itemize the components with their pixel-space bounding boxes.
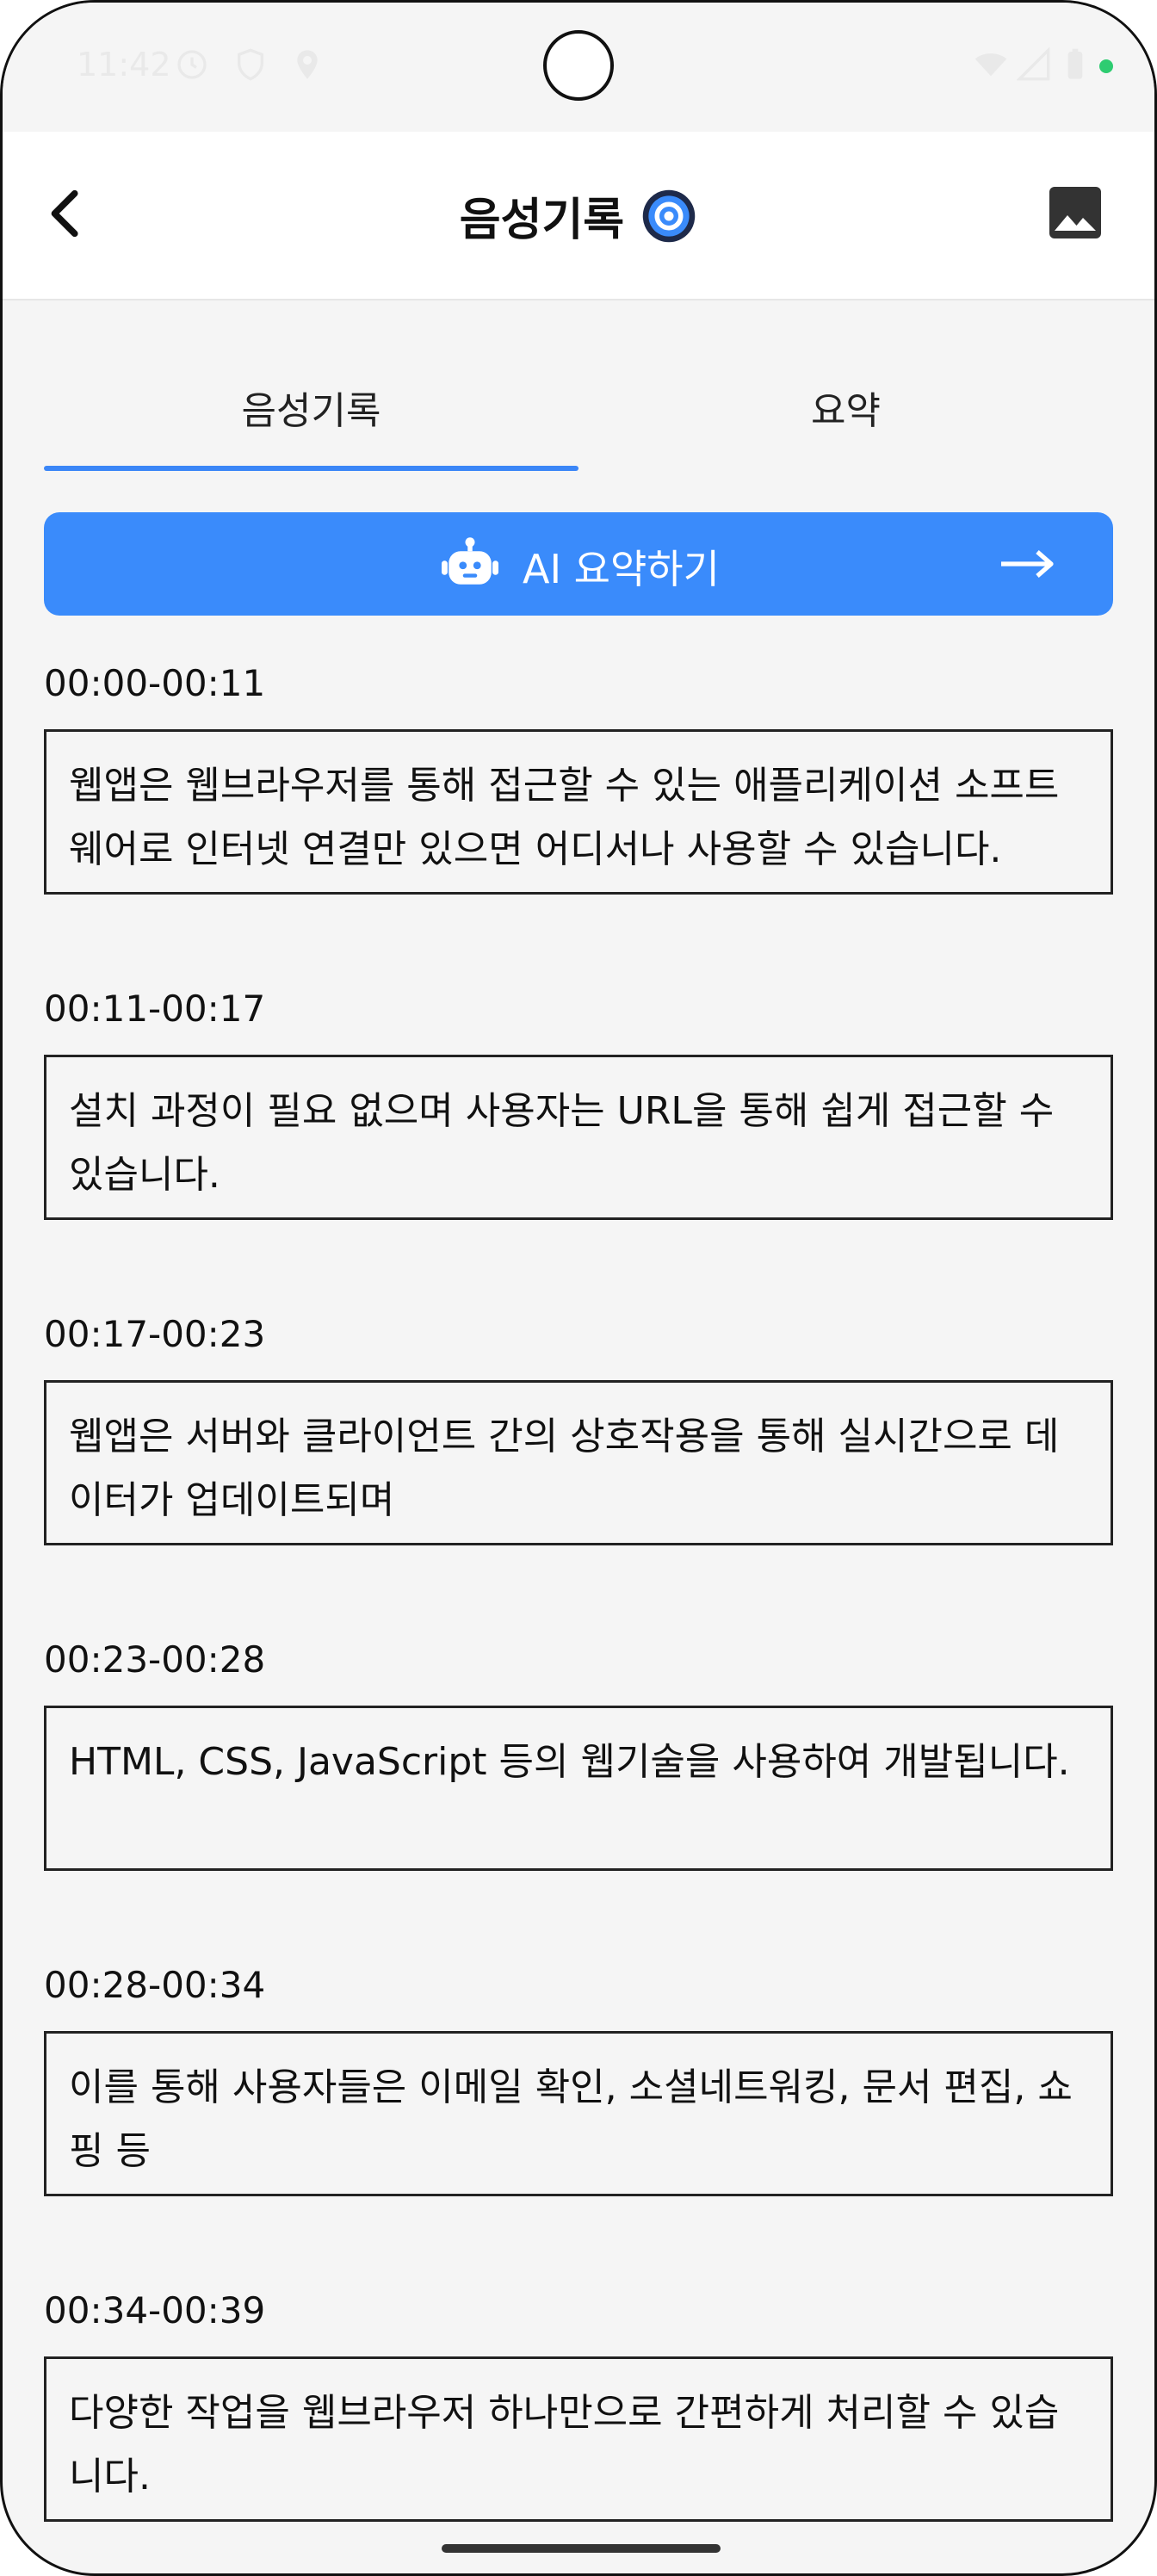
transcript-entry: 00:11-00:17 설치 과정이 필요 없으며 사용자는 URL을 통해 쉽…	[44, 982, 1113, 1308]
transcript-entry: 00:28-00:34 이를 통해 사용자들은 이메일 확인, 소셜네트워킹, …	[44, 1959, 1113, 2284]
entry-text-box[interactable]: HTML, CSS, JavaScript 등의 웹기술을 사용하여 개발됩니다…	[44, 1706, 1113, 1871]
location-icon	[297, 50, 318, 79]
privacy-indicator-dot	[1099, 59, 1113, 73]
robot-icon	[442, 537, 498, 585]
status-time: 11:42	[77, 46, 171, 84]
transcript-entry: 00:34-00:39 다양한 작업을 웹브라우저 하나만으로 간편하게 처리할…	[44, 2284, 1113, 2573]
ai-summarize-button[interactable]: AI 요약하기	[44, 512, 1113, 616]
entry-text-box[interactable]: 웹앱은 웹브라우저를 통해 접근할 수 있는 애플리케이션 소프트웨어로 인터넷…	[44, 729, 1113, 895]
entry-text-box[interactable]: 다양한 작업을 웹브라우저 하나만으로 간편하게 처리할 수 있습니다.	[44, 2356, 1113, 2522]
clock-icon	[177, 50, 207, 79]
home-indicator[interactable]	[442, 2544, 721, 2553]
entry-timestamp: 00:00-00:11	[44, 662, 266, 704]
transcript-entry: 00:23-00:28 HTML, CSS, JavaScript 등의 웹기술…	[44, 1633, 1113, 1959]
tab-summary[interactable]: 요약	[578, 364, 1113, 471]
tab-summary-label: 요약	[811, 389, 881, 433]
entry-text-box[interactable]: 웹앱은 서버와 클라이언트 간의 상호작용을 통해 실시간으로 데이터가 업데이…	[44, 1380, 1113, 1545]
page-title: 음성기록	[459, 195, 625, 246]
battery-icon	[1067, 48, 1083, 79]
signal-icon	[1017, 47, 1050, 81]
voice-record-icon	[642, 189, 696, 242]
entry-timestamp: 00:17-00:23	[44, 1313, 266, 1355]
entry-timestamp: 00:23-00:28	[44, 1638, 266, 1681]
title-group: 음성기록	[3, 183, 1154, 248]
tab-bar: 음성기록 요약	[44, 364, 1113, 471]
transcript-list: 00:00-00:11 웹앱은 웹브라우저를 통해 접근할 수 있는 애플리케이…	[44, 657, 1113, 2573]
wifi-icon	[974, 53, 1007, 77]
image-icon[interactable]	[1044, 182, 1106, 244]
front-camera	[543, 30, 614, 101]
transcript-entry: 00:00-00:11 웹앱은 웹브라우저를 통해 접근할 수 있는 애플리케이…	[44, 657, 1113, 982]
tab-selected-indicator	[44, 466, 578, 471]
tab-voice-record-label: 음성기록	[241, 389, 381, 433]
entry-text-box[interactable]: 설치 과정이 필요 없으며 사용자는 URL을 통해 쉽게 접근할 수 있습니다…	[44, 1055, 1113, 1220]
phone-screen: 11:42 음성기록 음성기록 요약 AI 요약하기 00:00-00:11 웹…	[0, 0, 1157, 2576]
status-bar: 11:42	[3, 3, 1154, 132]
tab-voice-record[interactable]: 음성기록	[44, 364, 578, 471]
transcript-entry: 00:17-00:23 웹앱은 서버와 클라이언트 간의 상호작용을 통해 실시…	[44, 1308, 1113, 1633]
app-bar: 음성기록	[3, 132, 1154, 300]
shield-icon	[238, 48, 263, 81]
ai-summarize-label: AI 요약하기	[523, 546, 720, 592]
entry-timestamp: 00:11-00:17	[44, 988, 266, 1030]
entry-timestamp: 00:28-00:34	[44, 1964, 266, 2006]
arrow-right-icon	[1001, 550, 1054, 578]
entry-text-box[interactable]: 이를 통해 사용자들은 이메일 확인, 소셜네트워킹, 문서 편집, 쇼핑 등	[44, 2031, 1113, 2196]
entry-timestamp: 00:34-00:39	[44, 2289, 266, 2331]
